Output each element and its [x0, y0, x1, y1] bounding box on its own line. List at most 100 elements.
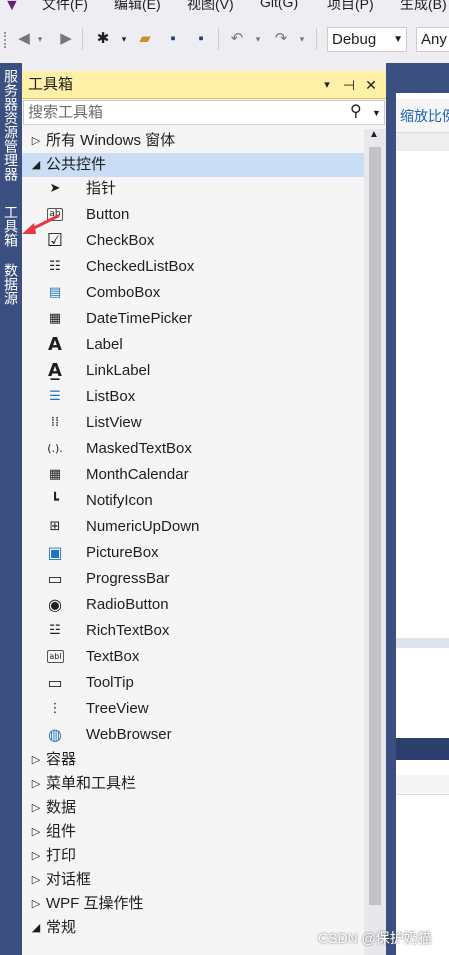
expand-icon[interactable]: ▷	[30, 796, 42, 820]
tool-item-picturebox[interactable]: ▣ PictureBox	[22, 540, 364, 566]
designer-surface[interactable]	[396, 133, 449, 151]
tool-item-label: CheckBox	[86, 232, 155, 249]
menu-project[interactable]: 项目(P)	[327, 0, 374, 14]
tool-item-checkbox[interactable]: ☑ CheckBox	[22, 228, 364, 254]
search-icon[interactable]: ⚲	[350, 101, 362, 123]
expand-icon[interactable]: ▷	[30, 892, 42, 916]
tool-item-pointer[interactable]: ➤ 指针	[22, 176, 364, 202]
save-icon[interactable]: ▪	[162, 28, 184, 50]
undo-dropdown-icon[interactable]: ▾	[252, 28, 264, 50]
tool-item-label: Label	[86, 336, 123, 353]
auto-hide-pin-icon[interactable]: ⊣	[340, 75, 358, 95]
tool-item-richtextbox[interactable]: ☳ RichTextBox	[22, 618, 364, 644]
tool-item-label-control[interactable]: A Label	[22, 332, 364, 358]
collapse-icon[interactable]: ◢	[30, 153, 42, 177]
tool-item-progressbar[interactable]: ▭ ProgressBar	[22, 566, 364, 592]
expand-icon[interactable]: ▷	[30, 820, 42, 844]
redo-icon[interactable]: ↷	[270, 28, 292, 50]
tool-item-notifyicon[interactable]: ┗ NotifyIcon	[22, 488, 364, 514]
tab-data-sources[interactable]: 数据源	[0, 263, 22, 305]
tool-item-button[interactable]: ab Button	[22, 202, 364, 228]
expand-icon[interactable]: ▷	[30, 129, 42, 153]
collapse-icon[interactable]: ◢	[30, 916, 42, 940]
tool-item-radiobutton[interactable]: ◉ RadioButton	[22, 592, 364, 618]
watermark: CSDN @保护奶猫	[318, 930, 432, 946]
group-all-windows-forms[interactable]: ▷ 所有 Windows 窗体	[22, 129, 364, 153]
treeview-icon: ⋮	[48, 701, 62, 716]
expand-icon[interactable]: ▷	[30, 868, 42, 892]
group-general[interactable]: ◢ 常规	[22, 916, 364, 940]
expand-icon[interactable]: ▷	[30, 772, 42, 796]
menu-git[interactable]: Git(G)	[260, 0, 298, 10]
toolbox-search-box: ⚲ ▼	[23, 100, 385, 125]
group-printing[interactable]: ▷ 打印	[22, 844, 364, 868]
menu-view[interactable]: 视图(V)	[187, 0, 234, 14]
menu-file[interactable]: 文件(F)	[42, 0, 88, 14]
tool-item-webbrowser[interactable]: ◍ WebBrowser	[22, 722, 364, 748]
listview-icon: ⁞⁞	[50, 415, 60, 430]
group-menus-toolbars[interactable]: ▷ 菜单和工具栏	[22, 772, 364, 796]
group-containers[interactable]: ▷ 容器	[22, 748, 364, 772]
tab-toolbox[interactable]: 工具箱	[0, 205, 22, 247]
tool-item-label: ToolTip	[86, 674, 134, 691]
group-common-controls[interactable]: ◢ 公共控件	[22, 153, 364, 177]
tool-item-datetimepicker[interactable]: ▦ DateTimePicker	[22, 306, 364, 332]
tool-item-label: ProgressBar	[86, 570, 170, 587]
tool-item-label: MaskedTextBox	[86, 440, 192, 457]
tool-item-label: 指针	[86, 180, 117, 197]
scroll-up-icon[interactable]: ▲	[369, 129, 379, 140]
group-components[interactable]: ▷ 组件	[22, 820, 364, 844]
tool-item-label: ListBox	[86, 388, 136, 405]
scrollbar-thumb[interactable]	[369, 147, 381, 905]
tool-item-checkedlistbox[interactable]: ☷ CheckedListBox	[22, 254, 364, 280]
tool-item-treeview[interactable]: ⋮ TreeView	[22, 696, 364, 722]
redo-dropdown-icon[interactable]: ▾	[296, 28, 308, 50]
toolbox-tree: ▷ 所有 Windows 窗体 ◢ 公共控件 ➤ 指针 ab Button ☑ …	[22, 129, 364, 955]
tool-item-numericupdown[interactable]: ⊞ NumericUpDown	[22, 514, 364, 540]
group-wpf-interop[interactable]: ▷ WPF 互操作性	[22, 892, 364, 916]
combobox-icon: ▤	[48, 285, 62, 300]
platform-dropdown[interactable]: Any	[416, 27, 449, 52]
group-label: 容器	[46, 751, 77, 768]
group-data[interactable]: ▷ 数据	[22, 796, 364, 820]
back-dropdown-icon[interactable]: ▾	[34, 28, 46, 50]
group-label: 对话框	[46, 871, 92, 888]
search-options-dropdown-icon[interactable]: ▼	[372, 102, 381, 124]
tab-server-explorer[interactable]: 服务器资源管理器	[0, 69, 22, 181]
toolbar-grip[interactable]	[4, 32, 8, 48]
undo-icon[interactable]: ↶	[226, 28, 248, 50]
tool-item-combobox[interactable]: ▤ ComboBox	[22, 280, 364, 306]
configuration-dropdown[interactable]: Debug ▼	[327, 27, 407, 52]
group-label: 组件	[46, 823, 77, 840]
tool-item-textbox[interactable]: abl TextBox	[22, 644, 364, 670]
window-options-icon[interactable]: ▾	[318, 75, 336, 95]
menu-edit[interactable]: 编辑(E)	[114, 0, 161, 14]
forward-icon[interactable]: ▶	[56, 28, 76, 50]
save-all-icon[interactable]: ▪	[190, 28, 212, 50]
toolbox-title-bar[interactable]: 工具箱 ▾ ⊣ ✕	[22, 71, 386, 99]
notifyicon-icon: ┗	[51, 493, 59, 508]
tool-item-label: DateTimePicker	[86, 310, 193, 327]
configuration-value: Debug	[332, 31, 377, 48]
tool-item-monthcalendar[interactable]: ▦ MonthCalendar	[22, 462, 364, 488]
tool-item-maskedtextbox[interactable]: (.). MaskedTextBox	[22, 436, 364, 462]
tool-item-listview[interactable]: ⁞⁞ ListView	[22, 410, 364, 436]
back-icon[interactable]: ◀	[14, 28, 34, 50]
menu-build[interactable]: 生成(B)	[400, 0, 447, 14]
group-dialogs[interactable]: ▷ 对话框	[22, 868, 364, 892]
expand-icon[interactable]: ▷	[30, 748, 42, 772]
new-item-icon[interactable]: ✱	[92, 28, 114, 50]
toolbox-scrollbar[interactable]: ▲	[364, 129, 386, 955]
designer-document[interactable]	[396, 93, 449, 783]
tool-item-listbox[interactable]: ☰ ListBox	[22, 384, 364, 410]
toolbox-search-input[interactable]	[28, 102, 338, 123]
new-item-dropdown-icon[interactable]: ▾	[118, 28, 130, 50]
toolbar-separator	[218, 28, 219, 50]
expand-icon[interactable]: ▷	[30, 844, 42, 868]
close-icon[interactable]: ✕	[362, 75, 380, 95]
tool-item-tooltip[interactable]: ▭ ToolTip	[22, 670, 364, 696]
scaling-infobar[interactable]: 缩放比例	[396, 99, 449, 133]
open-folder-icon[interactable]: ▰	[134, 28, 156, 50]
tool-item-linklabel[interactable]: A̲ LinkLabel	[22, 358, 364, 384]
output-panel-header	[396, 738, 449, 760]
